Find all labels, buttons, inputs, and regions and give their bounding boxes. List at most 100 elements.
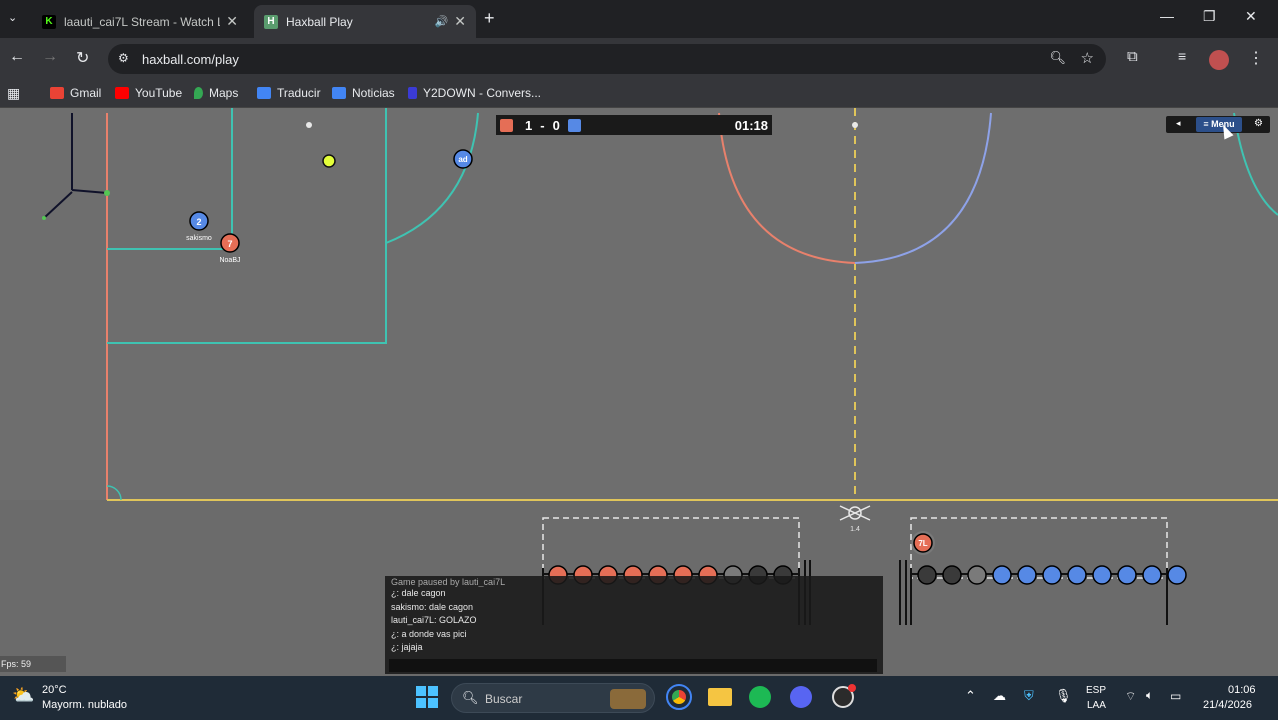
maps-icon	[194, 87, 203, 99]
match-timer: 01:18	[734, 117, 768, 133]
discord-icon[interactable]	[790, 686, 812, 708]
weather-icon[interactable]: ⛅	[12, 685, 34, 706]
blue-bench-discs	[917, 565, 1187, 585]
bench-disc	[1067, 565, 1087, 585]
bookmark-y2down[interactable]: Y2DOWN - Convers...	[408, 86, 541, 100]
wifi-icon[interactable]: ⌔	[1125, 689, 1136, 704]
bookmark-news[interactable]: Noticias	[332, 86, 395, 100]
forward-button[interactable]: →	[42, 48, 58, 66]
chat-line-system: Game paused by lauti_cai7L	[391, 578, 506, 587]
tab-stream[interactable]: K laauti_cai7L Stream - Watch Live ✕	[32, 5, 248, 38]
bookmark-label: Traducir	[277, 86, 321, 100]
pitch-surface	[0, 108, 1278, 500]
minimize-button[interactable]: —	[1160, 8, 1174, 24]
player-number: ad	[458, 155, 467, 164]
close-tab-icon[interactable]: ✕	[454, 13, 466, 30]
news-icon	[332, 87, 346, 99]
game-menu-bar: ◂ ≡ Menu ⚙	[1166, 116, 1270, 133]
site-info-icon[interactable]: ⚙	[118, 51, 129, 65]
y2down-icon	[408, 87, 417, 99]
zoom-icon[interactable]: 🔍︎	[1049, 50, 1066, 66]
bench-disc	[1117, 565, 1137, 585]
media-control-icon[interactable]: ≡	[1178, 48, 1186, 64]
bench-disc	[917, 565, 937, 585]
chat-line: ¿: jajaja	[391, 642, 423, 652]
recording-dot-icon	[848, 684, 856, 692]
weather-temp[interactable]: 20°C	[42, 684, 67, 696]
haxball-icon: H	[264, 14, 278, 29]
new-tab-button[interactable]: +	[484, 8, 495, 29]
back-button[interactable]: ←	[9, 48, 25, 66]
close-tab-icon[interactable]: ✕	[226, 13, 238, 30]
bookmark-label: YouTube	[135, 86, 183, 100]
restore-button[interactable]: ❐	[1203, 8, 1216, 25]
tab-haxball[interactable]: H Haxball Play 🔊 ✕	[254, 5, 476, 38]
bookmark-star-icon[interactable]: ☆	[1081, 49, 1094, 67]
tab-search-icon[interactable]: ⌄	[8, 11, 17, 24]
kickoff-label: 1.4	[850, 526, 860, 533]
language-bottom[interactable]: LAA	[1087, 700, 1106, 711]
microphone-icon[interactable]: 🎙︎	[1055, 688, 1072, 704]
address-bar[interactable]: ⚙ haxball.com/play 🔍︎ ☆	[108, 44, 1106, 74]
bookmark-maps[interactable]: Maps	[194, 86, 238, 100]
translate-icon	[257, 87, 271, 99]
weather-desc[interactable]: Mayorm. nublado	[42, 699, 127, 711]
search-placeholder: Buscar	[485, 692, 523, 706]
chrome-menu-icon[interactable]: ⋮	[1248, 48, 1264, 68]
scoreboard: 1 - 0 01:18	[496, 115, 772, 135]
volume-icon[interactable]: 🔈︎	[1146, 688, 1153, 703]
center-spot	[852, 122, 858, 128]
youtube-icon	[115, 87, 129, 99]
windows-start-icon[interactable]	[416, 686, 438, 708]
bookmark-label: Noticias	[352, 86, 395, 100]
chevron-up-icon[interactable]: ⌃	[965, 688, 976, 704]
chat-box: Game paused by lauti_cai7L ¿: dale cagon…	[385, 576, 883, 674]
player-noabj: 7 NoaBJ	[219, 233, 241, 264]
settings-icon[interactable]: ⚙	[1254, 118, 1263, 129]
browser-tab-bar: ⌄ K laauti_cai7L Stream - Watch Live ✕ H…	[0, 0, 1278, 38]
bookmark-translate[interactable]: Traducir	[257, 86, 321, 100]
bench-disc	[992, 565, 1012, 585]
blue-team-icon	[567, 118, 581, 132]
bookmark-youtube[interactable]: YouTube	[115, 86, 182, 100]
language-top[interactable]: ESP	[1086, 685, 1106, 696]
kick-icon: K	[42, 14, 56, 29]
clock-date[interactable]: 21/4/2026	[1203, 699, 1252, 711]
shield-icon[interactable]: ⛨	[1024, 688, 1034, 704]
bench-disc	[1167, 565, 1187, 585]
reload-button[interactable]: ↻	[76, 48, 89, 68]
player-number: 2	[196, 217, 201, 227]
clock-time[interactable]: 01:06	[1228, 684, 1256, 696]
bench-disc	[1142, 565, 1162, 585]
chrome-app-icon[interactable]	[666, 684, 692, 710]
bench-disc	[942, 565, 962, 585]
chat-input[interactable]	[389, 658, 877, 672]
red-team-icon	[500, 118, 513, 132]
bench-disc	[1042, 565, 1062, 585]
bookmark-label: Gmail	[70, 86, 102, 100]
onedrive-icon[interactable]: ☁	[993, 688, 1006, 704]
extensions-icon[interactable]: ⧉	[1127, 48, 1138, 65]
bookmark-label: Maps	[209, 86, 239, 100]
player-name: NoaBJ	[219, 257, 240, 264]
file-explorer-icon[interactable]	[708, 688, 732, 706]
battery-icon[interactable]: ▭	[1170, 689, 1181, 703]
penalty-spot	[306, 122, 312, 128]
bookmarks-bar: ▦ Gmail YouTube Maps Traducir Noticias Y…	[0, 80, 1278, 108]
close-window-button[interactable]: ✕	[1245, 8, 1257, 25]
spotify-icon[interactable]	[749, 686, 771, 708]
profile-avatar[interactable]	[1209, 50, 1229, 70]
speaker-icon[interactable]: 🔊	[435, 15, 449, 28]
haxball-game[interactable]: 2 sakismo 7 NoaBJ ad 1.4 7L 1 - 0 01:18 …	[0, 108, 1278, 676]
sound-icon[interactable]: ◂	[1176, 118, 1181, 129]
apps-grid-icon[interactable]: ▦	[7, 85, 20, 102]
bookmark-gmail[interactable]: Gmail	[50, 86, 101, 100]
player-name: sakismo	[186, 235, 212, 242]
tab-title: laauti_cai7L Stream - Watch Live	[64, 14, 220, 29]
score-separator: -	[540, 117, 545, 133]
search-icon: 🔍︎	[462, 690, 479, 705]
search-highlight-icon	[610, 689, 646, 709]
chat-line: lauti_cai7L: GOLAZO	[391, 615, 477, 625]
browser-toolbar: ← → ↻ ⚙ haxball.com/play 🔍︎ ☆ ⧉ ≡ ⋮	[0, 38, 1278, 80]
taskbar-search[interactable]: 🔍︎ Buscar	[451, 683, 655, 713]
